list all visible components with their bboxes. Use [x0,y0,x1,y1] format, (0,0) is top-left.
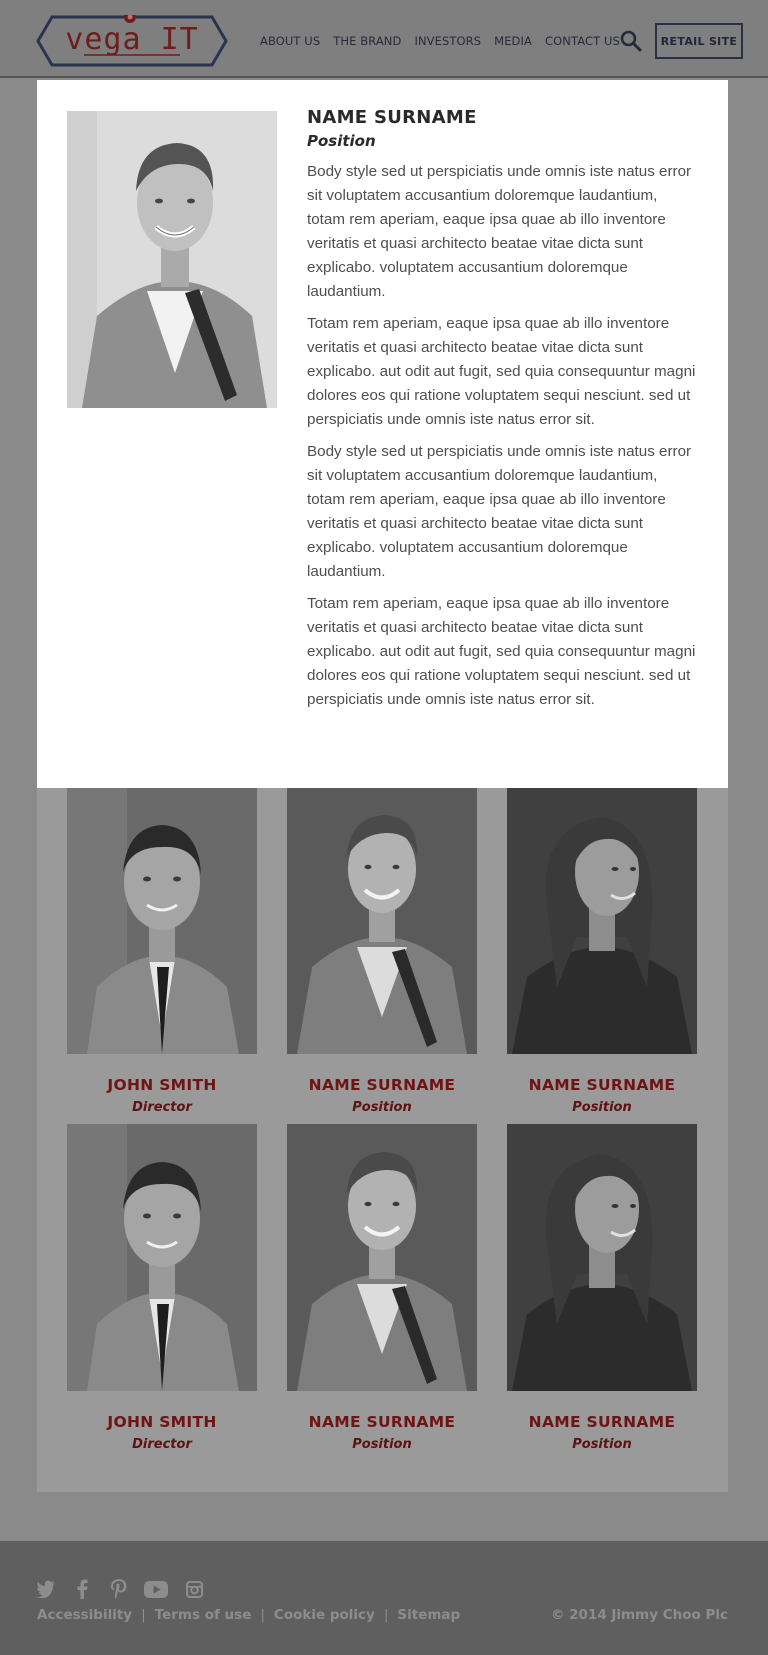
team-member-position: Director [132,1100,192,1115]
woman-short-hair-portrait-photo [287,787,477,1054]
footer-separator: | [260,1607,265,1623]
bio-paragraph: Body style sed ut perspiciatis unde omni… [307,443,692,580]
copyright-text: © 2014 Jimmy Choo Plc [550,1607,728,1623]
footer-separator: | [141,1607,146,1623]
footer-link-sitemap[interactable]: Sitemap [397,1607,460,1623]
team-member-name: NAME SURNAME [308,1413,456,1431]
footer-separator: | [383,1607,389,1623]
nav-about-us[interactable]: ABOUT US [260,34,320,48]
team-member-position: Position [572,1437,632,1452]
woman-long-hair-portrait-photo [507,1124,697,1391]
nav-media[interactable]: MEDIA [494,34,532,48]
team-member-position: Position [352,1437,412,1452]
bio-name: NAME SURNAME [307,107,477,128]
brand-logo[interactable]: vega IT [36,15,228,67]
bio-paragraph: Totam rem aperiam, eaque ipsa quae ab il… [307,315,696,428]
main-nav: ABOUT US THE BRAND INVESTORS MEDIA CONTA… [260,34,620,48]
team-member-name: JOHN SMITH [107,1076,217,1094]
team-card[interactable]: JOHN SMITH Director [67,1124,257,1452]
footer-link-accessibility[interactable]: Accessibility [37,1607,132,1623]
team-member-name: NAME SURNAME [528,1076,676,1094]
team-card[interactable]: NAME SURNAME Position [287,1124,477,1452]
team-card[interactable]: NAME SURNAME Position [507,1124,697,1452]
pinterest-icon[interactable] [108,1579,128,1599]
team-member-name: NAME SURNAME [528,1413,676,1431]
bio-paragraph: Body style sed ut perspiciatis unde omni… [307,163,692,300]
logo-text: vega IT [65,22,199,57]
team-member-position: Position [352,1100,412,1115]
team-member-position: Position [572,1100,632,1115]
retail-site-button[interactable]: RETAIL SITE [655,23,743,59]
team-card[interactable]: NAME SURNAME Position [287,787,477,1115]
site-header: vega IT ABOUT US THE BRAND INVESTORS MED… [0,0,768,78]
footer-link-cookie-policy[interactable]: Cookie policy [274,1607,375,1623]
man-portrait-photo [67,1124,257,1391]
nav-the-brand[interactable]: THE BRAND [333,34,401,48]
instagram-icon[interactable] [184,1579,204,1599]
twitter-icon[interactable] [36,1579,56,1599]
team-member-position: Director [132,1437,192,1452]
team-card[interactable]: NAME SURNAME Position [507,787,697,1115]
facebook-icon[interactable] [72,1579,92,1599]
site-footer: Accessibility | Terms of use | Cookie po… [0,1541,768,1655]
bio-content: NAME SURNAME Position Body style sed ut … [307,106,699,712]
team-member-name: NAME SURNAME [308,1076,456,1094]
nav-investors[interactable]: INVESTORS [414,34,481,48]
team-card[interactable]: JOHN SMITH Director [67,787,257,1115]
footer-link-terms[interactable]: Terms of use [155,1607,252,1623]
footer-links: Accessibility | Terms of use | Cookie po… [37,1607,460,1623]
social-links [36,1579,204,1599]
youtube-icon[interactable] [144,1579,168,1599]
man-portrait-photo [67,787,257,1054]
woman-short-hair-portrait-photo [287,1124,477,1391]
nav-contact-us[interactable]: CONTACT US [545,34,620,48]
bio-paragraph: Totam rem aperiam, eaque ipsa quae ab il… [307,595,696,708]
bio-position: Position [307,132,376,150]
woman-long-hair-portrait-photo [507,787,697,1054]
bio-modal: NAME SURNAME Position Body style sed ut … [37,80,728,788]
bio-portrait-photo [67,111,277,408]
team-member-name: JOHN SMITH [107,1413,217,1431]
search-icon[interactable] [620,30,642,52]
